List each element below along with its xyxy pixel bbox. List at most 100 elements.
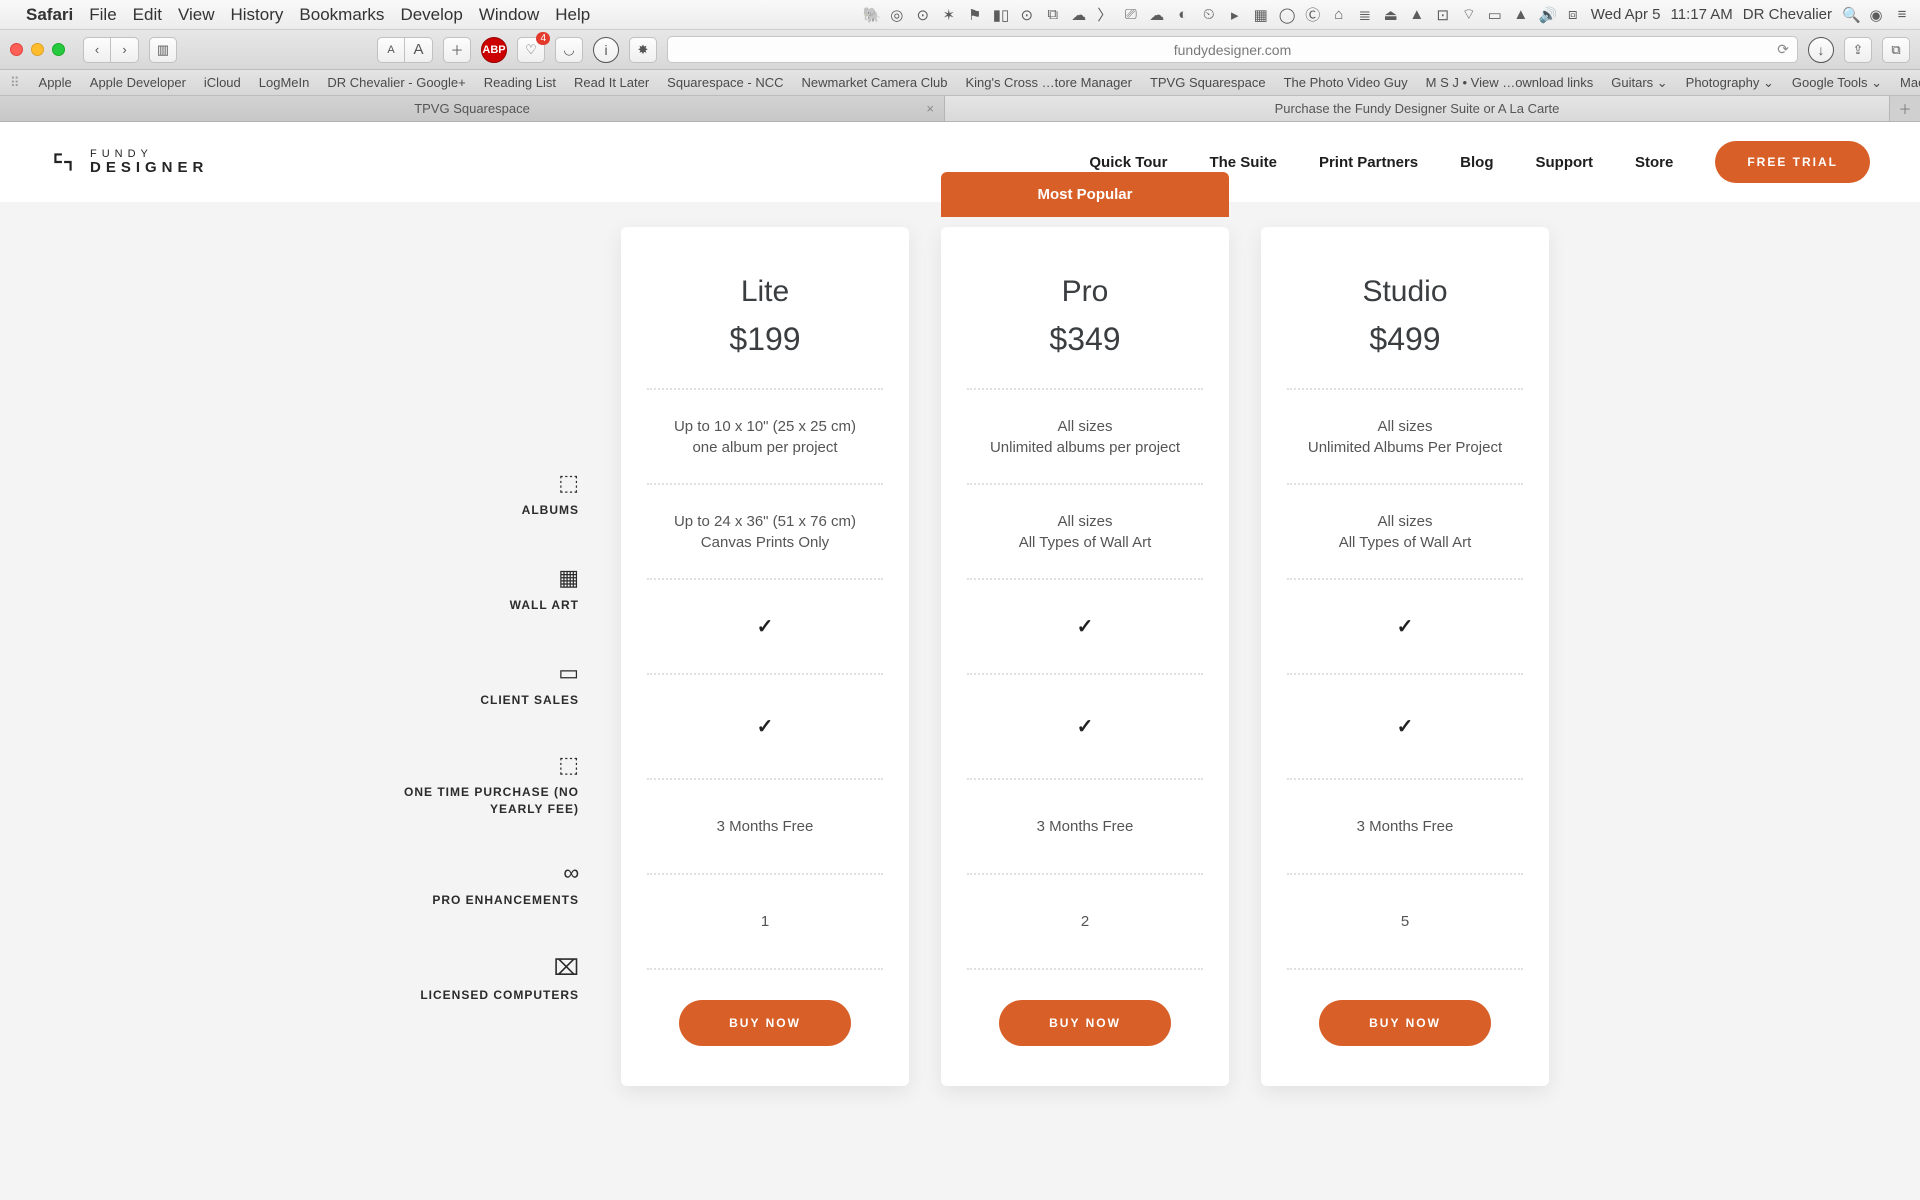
status-icon[interactable]: ▸ [1227,6,1243,24]
status-icon[interactable]: ⌂ [1331,6,1347,23]
extension-button[interactable]: i [593,37,619,63]
nav-the-suite[interactable]: The Suite [1209,154,1277,171]
site-logo[interactable]: FUNDY DESIGNER [50,148,208,177]
date-icon[interactable]: ⧈ [1565,6,1581,23]
abp-extension-button[interactable]: ABP [481,37,507,63]
menu-view[interactable]: View [178,5,215,25]
extension-button[interactable]: ◡ [555,37,583,63]
bookmark-item[interactable]: King's Cross …tore Manager [965,75,1132,90]
menubar-time[interactable]: 11:17 AM [1671,6,1733,23]
menu-file[interactable]: File [89,5,116,25]
cell-text: Unlimited albums per project [990,439,1180,456]
new-tab-button[interactable]: ＋ [443,37,471,63]
forward-button[interactable]: › [111,37,139,63]
close-window-button[interactable] [10,43,23,56]
bookmark-item[interactable]: Photography ⌄ [1686,75,1774,91]
status-icon[interactable]: ⊙ [1019,6,1035,24]
bookmark-item[interactable]: Mac Stuff ⌄ [1900,75,1920,91]
menu-bookmarks[interactable]: Bookmarks [299,5,384,25]
back-button[interactable]: ‹ [83,37,111,63]
close-tab-icon[interactable]: × [926,101,934,116]
text-smaller-button[interactable]: A [377,37,405,63]
status-icon[interactable]: ≣ [1357,6,1373,24]
nav-support[interactable]: Support [1535,154,1593,171]
status-icon[interactable]: ☁︎ [1149,6,1165,24]
text-bigger-button[interactable]: A [405,37,433,63]
bookmark-item[interactable]: Reading List [484,75,556,90]
status-icon[interactable]: Ⓒ [1305,4,1321,25]
status-icon[interactable]: ▦ [1253,6,1269,24]
menu-develop[interactable]: Develop [400,5,462,25]
menu-help[interactable]: Help [555,5,590,25]
menubar-date[interactable]: Wed Apr 5 [1591,6,1661,23]
bookmark-item[interactable]: DR Chevalier - Google+ [327,75,465,90]
status-icon[interactable]: ⊡ [1435,6,1451,24]
spotlight-icon[interactable]: 🔍 [1842,6,1858,24]
app-name[interactable]: Safari [26,5,73,25]
status-icon[interactable]: 〉 [1097,4,1113,25]
menu-window[interactable]: Window [479,5,539,25]
feature-label-text: ALBUMS [522,502,579,519]
cell-text: Unlimited Albums Per Project [1308,439,1502,456]
status-icon[interactable]: ▲ [1409,6,1425,23]
nav-print-partners[interactable]: Print Partners [1319,154,1418,171]
battery-icon[interactable]: ▮▯ [993,6,1009,24]
free-trial-button[interactable]: FREE TRIAL [1715,141,1870,183]
nav-blog[interactable]: Blog [1460,154,1493,171]
display-icon[interactable]: ▭ [1487,6,1503,24]
evernote-icon[interactable]: 🐘 [863,6,879,24]
bookmark-item[interactable]: Google Tools ⌄ [1792,75,1882,91]
bookmark-item[interactable]: Guitars ⌄ [1611,75,1667,91]
menu-history[interactable]: History [231,5,284,25]
status-icon[interactable]: ⏏ [1383,6,1399,24]
nav-quick-tour[interactable]: Quick Tour [1089,154,1167,171]
bookmark-item[interactable]: The Photo Video Guy [1284,75,1408,90]
sidebar-button[interactable]: ▥ [149,37,177,63]
address-bar[interactable]: fundydesigner.com ⟳ [667,36,1798,63]
notifications-icon[interactable]: ≡ [1894,6,1910,23]
bookmark-item[interactable]: iCloud [204,75,241,90]
new-tab-button[interactable]: ＋ [1890,96,1920,121]
siri-icon[interactable]: ◉ [1868,6,1884,24]
feature-label-pro: ∞ PRO ENHANCEMENTS [355,837,605,932]
bookmark-item[interactable]: Newmarket Camera Club [802,75,948,90]
status-icon[interactable]: ⎚ [1123,6,1139,23]
reload-icon[interactable]: ⟳ [1777,41,1789,58]
bookmark-item[interactable]: TPVG Squarespace [1150,75,1266,90]
menubar-user[interactable]: DR Chevalier [1743,6,1832,23]
status-icon[interactable]: ◎ [889,6,905,24]
browser-tab[interactable]: Purchase the Fundy Designer Suite or A L… [945,96,1890,121]
buy-now-button[interactable]: BUY NOW [679,1000,851,1046]
bookmark-item[interactable]: LogMeIn [259,75,310,90]
buy-now-button[interactable]: BUY NOW [999,1000,1171,1046]
status-icon[interactable]: ◯ [1279,6,1295,24]
status-icon[interactable]: ▲ [1513,6,1529,23]
clock-icon[interactable]: ⏲ [1201,6,1217,23]
bookmark-item[interactable]: Apple [39,75,72,90]
bookmark-item[interactable]: Squarespace - NCC [667,75,783,90]
wifi-icon[interactable]: ⌔ [1461,5,1477,24]
buy-now-button[interactable]: BUY NOW [1319,1000,1491,1046]
status-icon[interactable]: ✶ [941,6,957,24]
dropbox-icon[interactable]: ⧉ [1045,6,1061,23]
minimize-window-button[interactable] [31,43,44,56]
zoom-window-button[interactable] [52,43,65,56]
share-button[interactable]: ⇪ [1844,37,1872,63]
status-icon[interactable]: ⚑ [967,6,983,24]
bookmark-item[interactable]: Apple Developer [90,75,186,90]
bookmark-item[interactable]: M S J • View …ownload links [1426,75,1594,90]
tabs-button[interactable]: ⧉ [1882,37,1910,63]
browser-tab[interactable]: TPVG Squarespace × [0,96,945,121]
status-icon[interactable]: ⊙ [915,6,931,24]
extension-button[interactable]: ✸ [629,37,657,63]
nav-store[interactable]: Store [1635,154,1673,171]
feature-label-text: PRO ENHANCEMENTS [432,892,579,909]
status-icon[interactable]: ◐ [1175,6,1191,23]
menu-edit[interactable]: Edit [133,5,162,25]
volume-icon[interactable]: 🔊 [1539,6,1555,24]
bookmarks-grip-icon[interactable]: ⠿ [10,75,21,91]
status-icon[interactable]: ☁︎ [1071,6,1087,24]
extension-button[interactable]: ↓ [1808,37,1834,63]
bookmark-item[interactable]: Read It Later [574,75,649,90]
pocket-button[interactable]: ♡ [517,37,545,63]
